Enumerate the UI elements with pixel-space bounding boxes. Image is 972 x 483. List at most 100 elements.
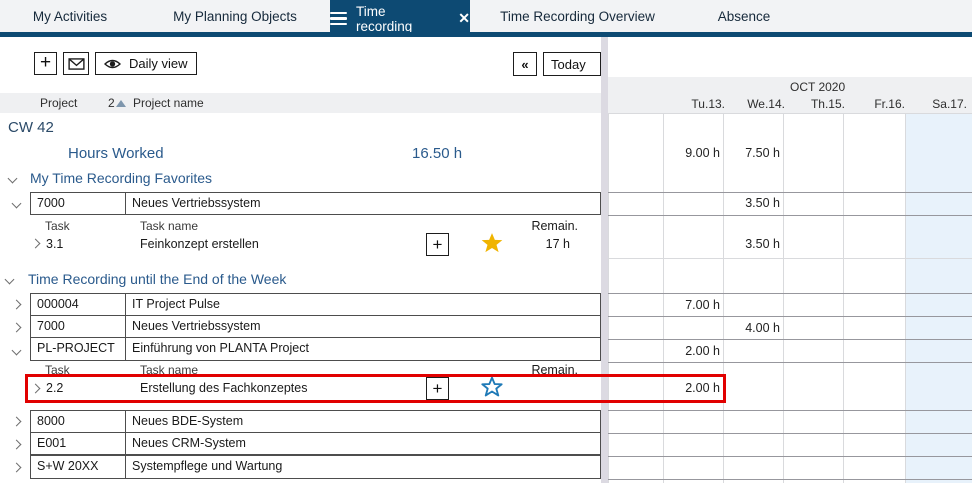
calendar-month-label: OCT 2020 bbox=[790, 80, 845, 94]
daily-view-button[interactable]: Daily view bbox=[95, 52, 197, 75]
grid-line bbox=[608, 410, 972, 411]
hours-worked-total: 16.50 h bbox=[412, 145, 462, 162]
grid-line bbox=[608, 192, 972, 193]
tab-bar: My Activities My Planning Objects Time r… bbox=[0, 0, 972, 32]
tab-label: My Activities bbox=[33, 9, 107, 24]
grid-line bbox=[608, 258, 972, 259]
time-cell-task-3-1-we14[interactable]: 3.50 h bbox=[723, 237, 780, 251]
column-header-project-name[interactable]: Project name bbox=[133, 96, 204, 110]
chevron-right-icon[interactable] bbox=[12, 463, 22, 473]
tab-label: Absence bbox=[718, 9, 771, 24]
day-header-tu13: Tu.13. bbox=[663, 97, 725, 111]
chevron-down-icon[interactable] bbox=[12, 346, 22, 356]
menu-icon[interactable] bbox=[330, 9, 347, 29]
eye-icon bbox=[104, 58, 121, 70]
grid-line bbox=[608, 362, 972, 363]
project-row-e001[interactable]: E001 Neues CRM-System bbox=[30, 432, 601, 455]
section-title-week[interactable]: Time Recording until the End of the Week bbox=[28, 271, 286, 287]
add-time-entry-button[interactable]: + bbox=[34, 52, 57, 75]
calendar-header-band: OCT 2020 Mo.12. Tu.13. We.14. Th.15. Fr.… bbox=[608, 77, 972, 114]
column-header-task: Task bbox=[45, 219, 70, 233]
tab-label: Time Recording Overview bbox=[500, 9, 655, 24]
chevron-down-icon[interactable] bbox=[8, 174, 18, 184]
weekend-column-highlight bbox=[905, 114, 972, 483]
today-label: Today bbox=[551, 57, 586, 72]
time-cell-hours-worked-tu13[interactable]: 9.00 h bbox=[663, 146, 720, 160]
today-button[interactable]: Today bbox=[543, 52, 601, 76]
project-row-7000[interactable]: 7000 Neues Vertriebssystem bbox=[30, 315, 601, 338]
project-id-cell: 000004 bbox=[31, 294, 126, 315]
tab-my-activities[interactable]: My Activities bbox=[0, 0, 140, 32]
grid-line bbox=[608, 433, 972, 434]
hours-worked-label: Hours Worked bbox=[68, 145, 164, 162]
grid-line bbox=[783, 114, 784, 483]
chevron-right-icon[interactable] bbox=[12, 300, 22, 310]
pane-splitter[interactable] bbox=[601, 37, 608, 483]
project-name-cell: IT Project Pulse bbox=[126, 294, 600, 315]
chevrons-left-icon: « bbox=[521, 57, 528, 72]
day-header-th15: Th.15. bbox=[783, 97, 845, 111]
chevron-right-icon[interactable] bbox=[12, 440, 22, 450]
chevron-down-icon[interactable] bbox=[5, 275, 15, 285]
close-icon[interactable]: ✕ bbox=[458, 10, 470, 27]
project-id-cell: PL-PROJECT bbox=[31, 338, 126, 360]
column-header-remaining: Remain. bbox=[450, 219, 578, 233]
grid-line bbox=[608, 215, 972, 216]
project-name-cell: Systempflege und Wartung bbox=[126, 456, 600, 478]
task-name-cell: Feinkonzept erstellen bbox=[140, 237, 259, 251]
table-header-band: Project 2 Project name bbox=[0, 93, 601, 113]
project-name-cell: Neues Vertriebssystem bbox=[126, 193, 600, 214]
grid-line bbox=[723, 114, 724, 483]
project-row-favorite-7000[interactable]: 7000 Neues Vertriebssystem bbox=[30, 192, 601, 215]
chevron-right-icon[interactable] bbox=[12, 417, 22, 427]
grid-line bbox=[608, 339, 972, 340]
tab-label: Time recording bbox=[356, 4, 445, 34]
section-title-favorites[interactable]: My Time Recording Favorites bbox=[30, 170, 212, 186]
grid-line bbox=[608, 113, 972, 114]
plus-icon: + bbox=[40, 53, 51, 72]
chevron-right-icon[interactable] bbox=[31, 239, 41, 249]
time-recording-app: My Activities My Planning Objects Time r… bbox=[0, 0, 972, 483]
project-name-cell: Neues CRM-System bbox=[126, 433, 600, 454]
project-id-cell: 8000 bbox=[31, 411, 126, 432]
previous-period-button[interactable]: « bbox=[513, 52, 537, 76]
grid-line bbox=[905, 114, 906, 483]
tab-bar-underline bbox=[0, 32, 972, 37]
day-header-we14: We.14. bbox=[723, 97, 785, 111]
add-booking-button[interactable]: + bbox=[426, 233, 449, 256]
time-cell-pl-project-tu13[interactable]: 2.00 h bbox=[663, 344, 720, 358]
time-cell-000004-tu13[interactable]: 7.00 h bbox=[663, 298, 720, 312]
day-header-sa17: Sa.17. bbox=[905, 97, 967, 111]
project-name-cell: Einführung von PLANTA Project bbox=[126, 338, 600, 360]
project-id-cell: 7000 bbox=[31, 193, 126, 214]
grid-line bbox=[608, 456, 972, 457]
grid-line bbox=[608, 479, 972, 480]
grid-line bbox=[608, 114, 609, 483]
project-id-cell: E001 bbox=[31, 433, 126, 454]
project-row-8000[interactable]: 8000 Neues BDE-System bbox=[30, 410, 601, 433]
time-cell-hours-worked-we14[interactable]: 7.50 h bbox=[723, 146, 780, 160]
project-name-cell: Neues Vertriebssystem bbox=[126, 316, 600, 337]
chevron-down-icon[interactable] bbox=[12, 199, 22, 209]
column-header-project[interactable]: Project bbox=[40, 96, 77, 110]
project-row-sw20xx[interactable]: S+W 20XX Systempflege und Wartung bbox=[30, 455, 601, 479]
sort-order-number: 2 bbox=[108, 96, 115, 110]
time-cell-7000-we14[interactable]: 4.00 h bbox=[723, 321, 780, 335]
column-header-task-name: Task name bbox=[140, 219, 198, 233]
mail-button[interactable] bbox=[63, 52, 89, 75]
grid-line bbox=[843, 114, 844, 483]
grid-line bbox=[608, 293, 972, 294]
chevron-right-icon[interactable] bbox=[12, 323, 22, 333]
tab-absence[interactable]: Absence bbox=[685, 0, 803, 32]
tab-my-planning-objects[interactable]: My Planning Objects bbox=[140, 0, 330, 32]
project-row-000004[interactable]: 000004 IT Project Pulse bbox=[30, 293, 601, 316]
project-name-cell: Neues BDE-System bbox=[126, 411, 600, 432]
time-cell-fav-7000-we14[interactable]: 3.50 h bbox=[723, 196, 780, 210]
task-id-cell: 3.1 bbox=[46, 237, 63, 251]
sort-indicator[interactable]: 2 bbox=[108, 96, 126, 110]
tab-label: My Planning Objects bbox=[173, 9, 297, 24]
project-row-pl-project[interactable]: PL-PROJECT Einführung von PLANTA Project bbox=[30, 337, 601, 361]
project-id-cell: 7000 bbox=[31, 316, 126, 337]
calendar-week-title: CW 42 bbox=[8, 119, 54, 136]
tab-time-recording-overview[interactable]: Time Recording Overview bbox=[470, 0, 685, 32]
